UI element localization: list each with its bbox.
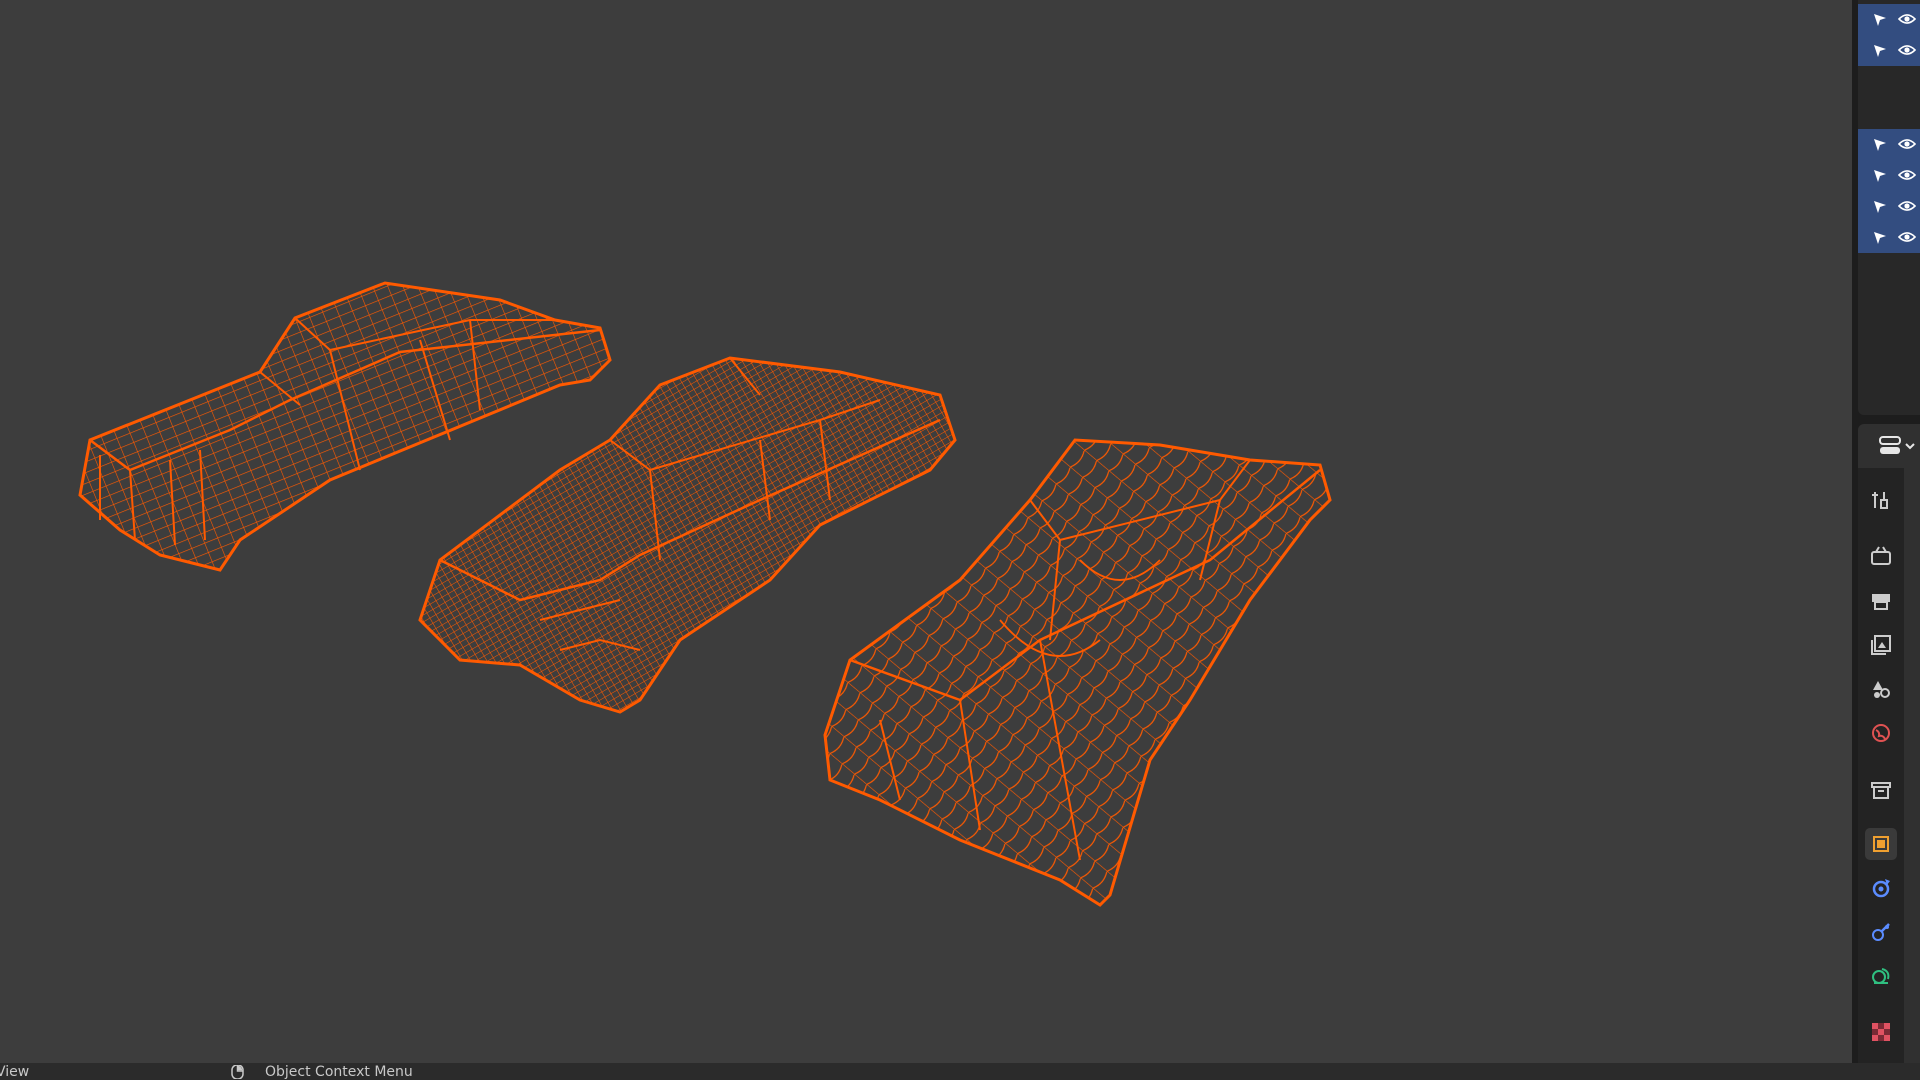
status-bar: View Object Context Menu xyxy=(0,1063,1920,1080)
properties-tab-bar xyxy=(1858,468,1904,1068)
select-arrow-icon[interactable] xyxy=(1872,137,1888,153)
3d-viewport[interactable] xyxy=(0,0,1852,1063)
properties-content xyxy=(1904,468,1920,1068)
render-icon xyxy=(1871,546,1891,565)
tab-world[interactable] xyxy=(1865,717,1897,749)
select-arrow-icon[interactable] xyxy=(1872,230,1888,246)
particles-icon xyxy=(1872,923,1890,941)
tab-scene[interactable] xyxy=(1865,673,1897,705)
view-layer-icon xyxy=(1871,635,1891,655)
properties-editor-icon[interactable] xyxy=(1876,433,1916,459)
texture-icon xyxy=(1872,1023,1890,1041)
tab-view-layer[interactable] xyxy=(1865,629,1897,661)
tab-particles[interactable] xyxy=(1865,916,1897,948)
tab-physics[interactable] xyxy=(1865,960,1897,992)
eye-icon[interactable] xyxy=(1898,12,1916,26)
outliner-row[interactable] xyxy=(1858,160,1920,191)
output-icon xyxy=(1872,594,1890,610)
outliner-panel[interactable] xyxy=(1858,0,1920,415)
eye-icon[interactable] xyxy=(1898,199,1916,213)
select-arrow-icon[interactable] xyxy=(1872,168,1888,184)
outliner-row[interactable] xyxy=(1858,222,1920,253)
mouse-right-click-icon xyxy=(231,1065,244,1079)
outliner-row[interactable] xyxy=(1858,191,1920,222)
tab-output[interactable] xyxy=(1865,585,1897,617)
select-arrow-icon[interactable] xyxy=(1872,199,1888,215)
properties-header xyxy=(1858,424,1920,468)
tab-tool[interactable] xyxy=(1865,484,1897,516)
outliner-row[interactable] xyxy=(1858,4,1920,35)
outliner-row[interactable] xyxy=(1858,35,1920,66)
status-view-label: View xyxy=(0,1064,30,1080)
eye-icon[interactable] xyxy=(1898,137,1916,151)
select-arrow-icon[interactable] xyxy=(1872,43,1888,59)
tab-modifiers[interactable] xyxy=(1865,872,1897,904)
outliner-row[interactable] xyxy=(1858,129,1920,160)
eye-icon[interactable] xyxy=(1898,230,1916,244)
world-icon xyxy=(1872,724,1890,742)
modifiers-icon xyxy=(1872,879,1890,898)
collection-icon xyxy=(1871,782,1891,799)
tab-texture[interactable] xyxy=(1865,1016,1897,1048)
physics-icon xyxy=(1872,968,1890,984)
scene-icon xyxy=(1873,681,1890,698)
eye-icon[interactable] xyxy=(1898,168,1916,182)
tab-object[interactable] xyxy=(1865,828,1897,860)
tab-collection[interactable] xyxy=(1865,774,1897,806)
select-arrow-icon[interactable] xyxy=(1872,12,1888,28)
tab-render[interactable] xyxy=(1865,540,1897,572)
status-context-menu-hint: Object Context Menu xyxy=(265,1064,413,1080)
tool-icon xyxy=(1872,492,1888,509)
car-wireframe-3[interactable] xyxy=(823,438,1332,907)
eye-icon[interactable] xyxy=(1898,43,1916,57)
object-icon xyxy=(1873,836,1889,852)
